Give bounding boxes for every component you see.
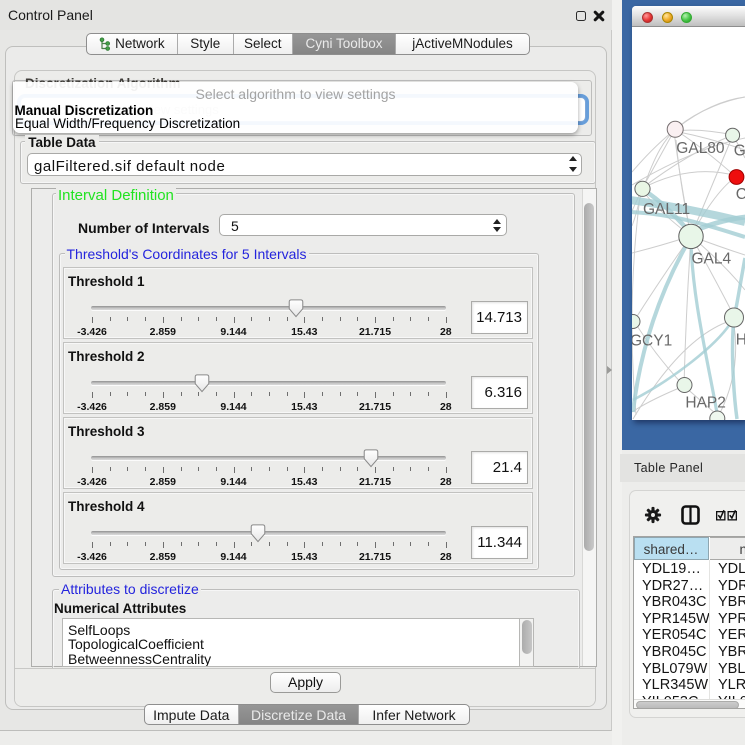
- svg-text:GAL80: GAL80: [676, 140, 725, 157]
- svg-text:GCY1: GCY1: [632, 333, 672, 350]
- svg-text:GA: GA: [733, 143, 745, 160]
- svg-text:GAL4: GAL4: [691, 251, 731, 268]
- svg-text:HAP2: HAP2: [685, 395, 726, 412]
- svg-text:GAL11: GAL11: [643, 201, 690, 218]
- svg-text:HA: HA: [735, 332, 745, 349]
- svg-text:CY: CY: [735, 186, 745, 203]
